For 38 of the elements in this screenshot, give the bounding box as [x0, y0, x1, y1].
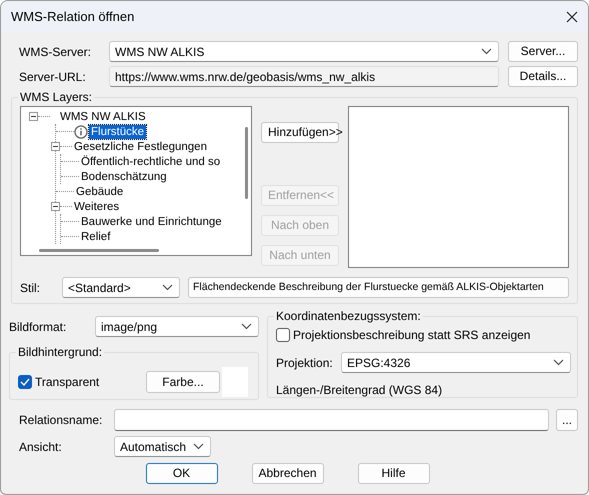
dialog-button[interactable]: Hilfe [358, 463, 430, 484]
tree-item[interactable]: Flurstücke [89, 124, 146, 138]
tree-item[interactable]: Gebäude [74, 184, 126, 198]
tree-item[interactable]: Relief [79, 230, 112, 244]
server-button[interactable]: Server... [508, 41, 578, 62]
field-label: Server-URL: [19, 68, 87, 86]
field-label: WMS-Server: [19, 44, 92, 60]
checkbox-label: Transparent [35, 374, 100, 391]
url-field[interactable]: https://www.wms.nrw.de/geobasis/wms_nw_alkis [109, 66, 499, 87]
field-label: Relationsname: [19, 412, 104, 429]
tree-item[interactable]: Bauwerke und Einrichtunge [79, 214, 224, 228]
field-label: Projektion: [276, 354, 334, 372]
format-dropdown[interactable]: image/png [95, 316, 259, 337]
group-title: WMS Layers: [18, 90, 94, 104]
tree-item[interactable]: Gesetzliche Festlegungen [72, 140, 209, 154]
style-dropdown[interactable]: <Standard> [62, 277, 180, 298]
details-button[interactable]: Details... [508, 66, 578, 87]
tree-item[interactable]: Öffentlich-rechtliche und so [79, 154, 222, 168]
group-title: Bildhintergrund: [16, 345, 104, 359]
field-label: Ansicht: [19, 438, 63, 456]
field-label: Bildformat: [9, 318, 68, 336]
group-title: Koordinatenbezugssystem: [274, 309, 423, 323]
server-dropdown[interactable]: WMS NW ALKIS [109, 41, 499, 62]
layer-tree[interactable]: WMS NW ALKIS Flurstücke Gesetzliche Festlegungen Öffentlich-rechtliche und so Bodenschätzung Gebäude Weiteres Bauwerke und Einrichtunge Relief [20, 106, 252, 256]
field-label: Stil: [20, 280, 42, 296]
tree-item[interactable]: Bodenschätzung [79, 170, 169, 184]
tree-item[interactable]: WMS NW ALKIS [58, 110, 148, 124]
projection-dropdown[interactable]: EPSG:4326 [341, 352, 571, 373]
browse-button[interactable]: ... [556, 409, 578, 431]
style-description-button[interactable]: Flächendeckende Beschreibung der Flurstuecke gemäß ALKIS-Objektarten [188, 277, 569, 298]
tree-item[interactable]: Weiteres [72, 200, 122, 214]
dialog-button[interactable]: OK [146, 463, 218, 484]
dialog-button[interactable]: Abbrechen [252, 463, 324, 484]
color-button[interactable]: Farbe... [146, 371, 220, 393]
view-dropdown[interactable]: Automatisch [114, 436, 211, 457]
checkbox-label: Projektionsbeschreibung statt SRS anzeigen [293, 327, 530, 344]
projection-description: Längen-/Breitengrad (WGS 84) [276, 382, 444, 399]
window-title: WMS-Relation öffnen [11, 8, 134, 26]
